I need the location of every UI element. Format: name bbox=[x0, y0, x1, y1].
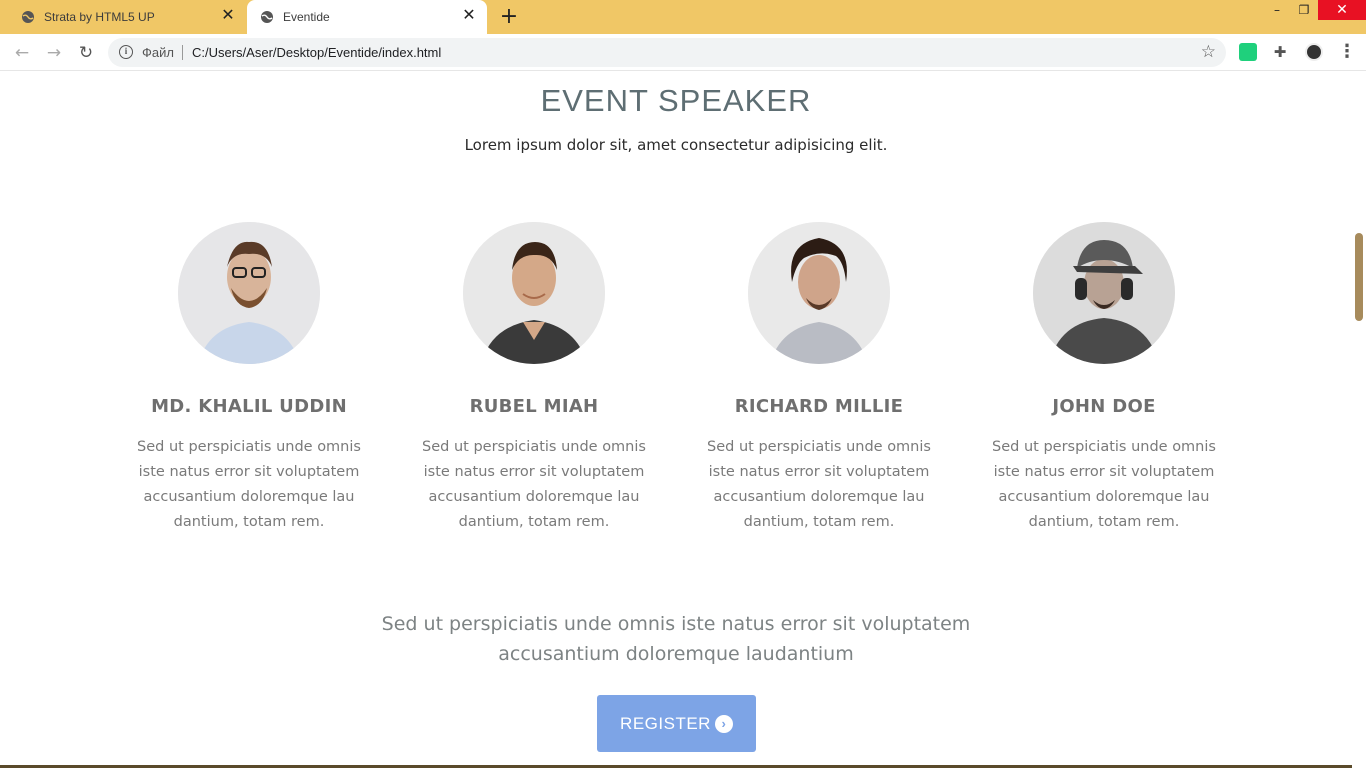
speaker-photo bbox=[178, 222, 320, 364]
register-button[interactable]: REGISTER › bbox=[597, 695, 756, 752]
address-bar[interactable]: i Файл C:/Users/Aser/Desktop/Eventide/in… bbox=[108, 38, 1226, 67]
puzzle-icon[interactable]: ✚ bbox=[1271, 43, 1289, 61]
scrollbar-track[interactable] bbox=[1352, 71, 1366, 768]
new-tab-button[interactable]: + bbox=[499, 6, 519, 28]
globe-icon bbox=[261, 11, 273, 23]
speaker-photo bbox=[463, 222, 605, 364]
forward-button[interactable]: → bbox=[44, 43, 64, 63]
tab-eventide[interactable]: Eventide ✕ bbox=[247, 0, 487, 34]
reload-button[interactable]: ↻ bbox=[76, 43, 96, 63]
scrollbar-thumb[interactable] bbox=[1355, 233, 1363, 321]
close-tab-icon[interactable]: ✕ bbox=[220, 8, 236, 24]
speaker-bio: Sed ut perspiciatis unde omnis iste natu… bbox=[137, 439, 361, 530]
tab-strata[interactable]: Strata by HTML5 UP ✕ bbox=[8, 0, 246, 34]
register-label: REGISTER bbox=[620, 713, 711, 733]
tagline: Sed ut perspiciatis unde omnis iste natu… bbox=[381, 613, 971, 665]
speaker-name: MD. KHALIL UDDIN bbox=[151, 396, 347, 417]
bookmark-star-icon[interactable]: ☆ bbox=[1201, 42, 1216, 62]
speaker-name: RICHARD MILLIE bbox=[734, 396, 904, 417]
globe-icon bbox=[22, 11, 34, 23]
green-extension-icon[interactable] bbox=[1239, 43, 1257, 61]
back-button[interactable]: ← bbox=[12, 43, 32, 63]
page-content: EVENT SPEAKER Lorem ipsum dolor sit, ame… bbox=[0, 71, 1352, 768]
speaker-card: RICHARD MILLIE Sed ut perspiciatis unde … bbox=[689, 222, 949, 535]
speaker-name: RUBEL MIAH bbox=[469, 396, 599, 417]
minimize-button[interactable]: – bbox=[1262, 0, 1292, 20]
speaker-card: MD. KHALIL UDDIN Sed ut perspiciatis und… bbox=[119, 222, 379, 535]
speaker-card: JOHN DOE Sed ut perspiciatis unde omnis … bbox=[974, 222, 1234, 535]
close-window-button[interactable]: ✕ bbox=[1318, 0, 1366, 20]
maximize-button[interactable]: ❐ bbox=[1289, 0, 1319, 20]
speaker-photo bbox=[748, 222, 890, 364]
chevron-right-circle-icon: › bbox=[714, 714, 733, 733]
section-subtitle: Lorem ipsum dolor sit, amet consectetur … bbox=[464, 136, 888, 154]
profile-avatar-icon[interactable] bbox=[1305, 43, 1323, 61]
speaker-bio: Sed ut perspiciatis unde omnis iste natu… bbox=[992, 439, 1216, 530]
tab-title: Eventide bbox=[283, 10, 330, 24]
speaker-card: RUBEL MIAH Sed ut perspiciatis unde omni… bbox=[404, 222, 664, 535]
speaker-name: JOHN DOE bbox=[1052, 396, 1156, 417]
close-tab-icon[interactable]: ✕ bbox=[461, 8, 477, 24]
tab-title: Strata by HTML5 UP bbox=[44, 10, 155, 24]
url-text[interactable]: C:/Users/Aser/Desktop/Eventide/index.htm… bbox=[192, 45, 441, 60]
scheme-label: Файл bbox=[142, 45, 174, 60]
site-info-icon[interactable]: i bbox=[119, 45, 133, 59]
section-title: EVENT SPEAKER bbox=[540, 83, 812, 118]
speaker-bio: Sed ut perspiciatis unde omnis iste natu… bbox=[707, 439, 931, 530]
speaker-photo bbox=[1033, 222, 1175, 364]
divider bbox=[182, 45, 183, 60]
tab-strip: Strata by HTML5 UP ✕ Eventide ✕ + – ❐ ✕ bbox=[0, 0, 1366, 34]
browser-menu-icon[interactable]: ⋮ bbox=[1338, 41, 1356, 63]
toolbar: ← → ↻ i Файл C:/Users/Aser/Desktop/Event… bbox=[0, 34, 1366, 71]
speaker-bio: Sed ut perspiciatis unde omnis iste natu… bbox=[422, 439, 646, 530]
